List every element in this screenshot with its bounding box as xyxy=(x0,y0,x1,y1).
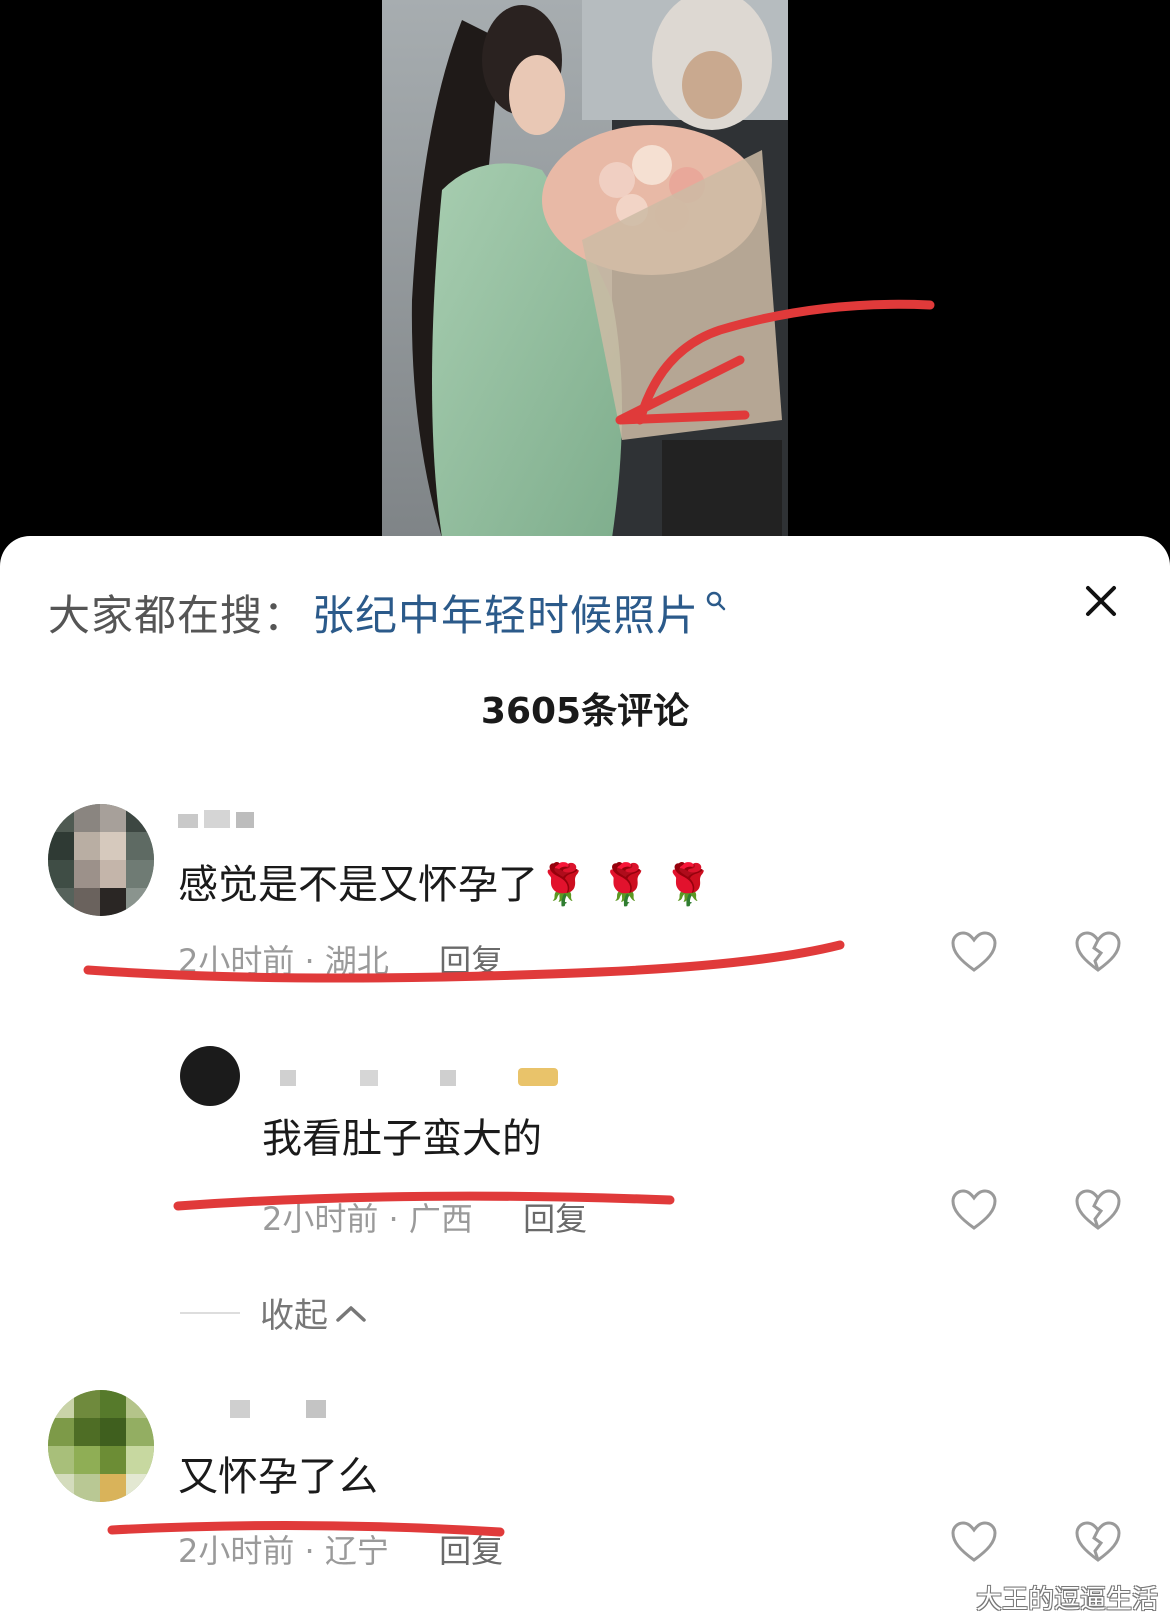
comment-meta: 2小时前 · 广西 回复 xyxy=(262,1194,587,1240)
broken-heart-icon[interactable] xyxy=(1074,930,1122,974)
heart-icon[interactable] xyxy=(950,930,998,974)
video-player[interactable] xyxy=(0,0,1170,560)
comment-meta: 2小时前 · 湖北 回复 xyxy=(178,936,503,982)
collapse-divider xyxy=(180,1311,240,1314)
avatar[interactable] xyxy=(48,804,154,916)
video-frame xyxy=(382,0,788,538)
comment-meta: 2小时前 · 辽宁 回复 xyxy=(178,1526,503,1572)
comment-text: 我看肚子蛮大的 xyxy=(262,1116,542,1162)
avatar[interactable] xyxy=(48,1390,154,1502)
reply-button[interactable]: 回复 xyxy=(439,942,503,980)
comment-item: 感觉是不是又怀孕了🌹 🌹 🌹 2小时前 · 湖北 回复 xyxy=(0,796,1170,996)
reply-comment-item: 我看肚子蛮大的 2小时前 · 广西 回复 xyxy=(0,1046,1170,1246)
comment-text: 感觉是不是又怀孕了🌹 🌹 🌹 xyxy=(178,862,713,908)
username-blurred[interactable] xyxy=(230,1400,350,1418)
watermark: 大王的逗逼生活 xyxy=(975,1585,1158,1615)
avatar-pixelated-image xyxy=(48,1390,154,1502)
comment-count: 3605条评论 xyxy=(480,691,690,732)
reply-button[interactable]: 回复 xyxy=(523,1200,587,1238)
comment-item: 又怀孕了么 2小时前 · 辽宁 回复 xyxy=(0,1390,1170,1590)
collapse-replies-button[interactable]: 收起 xyxy=(180,1288,368,1337)
comment-text: 又怀孕了么 xyxy=(178,1454,378,1500)
broken-heart-icon[interactable] xyxy=(1074,1188,1122,1232)
heart-icon[interactable] xyxy=(950,1188,998,1232)
chevron-up-icon xyxy=(336,1305,366,1322)
comment-time-location: 2小时前 · 辽宁 xyxy=(178,1532,389,1570)
trending-search-bar[interactable]: 大家都在搜： 张纪中年轻时候照片 xyxy=(48,582,727,642)
close-icon[interactable] xyxy=(1076,576,1126,626)
trending-search-prefix: 大家都在搜： xyxy=(48,590,307,640)
comment-sheet: 大家都在搜： 张纪中年轻时候照片 3605条评论 感觉是不是又怀孕了🌹 🌹 🌹 … xyxy=(0,536,1170,1622)
search-icon[interactable] xyxy=(705,590,727,612)
video-thumbnail-image xyxy=(382,0,788,538)
username-blurred[interactable] xyxy=(250,1068,570,1086)
broken-heart-icon[interactable] xyxy=(1074,1520,1122,1564)
trending-search-query[interactable]: 张纪中年轻时候照片 xyxy=(312,582,699,643)
collapse-label: 收起 xyxy=(260,1296,328,1336)
avatar-pixelated-image xyxy=(48,804,154,916)
username-blurred[interactable] xyxy=(178,810,258,828)
comment-time-location: 2小时前 · 湖北 xyxy=(178,942,389,980)
heart-icon[interactable] xyxy=(950,1520,998,1564)
reply-button[interactable]: 回复 xyxy=(439,1532,503,1570)
comment-time-location: 2小时前 · 广西 xyxy=(262,1200,473,1238)
avatar[interactable] xyxy=(180,1046,240,1106)
